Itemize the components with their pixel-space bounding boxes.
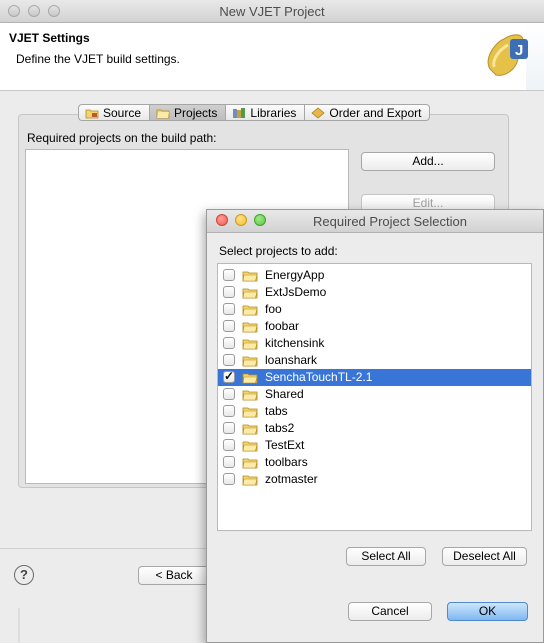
select-all-button[interactable]: Select All xyxy=(346,547,426,566)
project-name: Shared xyxy=(265,387,304,401)
project-checkbox[interactable] xyxy=(223,388,235,400)
list-item[interactable]: EnergyApp xyxy=(218,267,531,284)
list-item[interactable]: foo xyxy=(218,301,531,318)
tab-projects-label: Projects xyxy=(174,105,218,120)
project-name: ExtJsDemo xyxy=(265,285,327,299)
project-folder-icon xyxy=(242,372,258,384)
project-checkbox[interactable] xyxy=(223,303,235,315)
project-checkbox[interactable] xyxy=(223,369,235,383)
project-checkbox[interactable] xyxy=(223,286,235,298)
project-checkbox[interactable] xyxy=(223,473,235,485)
project-selection-list[interactable]: EnergyApp ExtJsDemo foo foobar kitchensink lo… xyxy=(217,263,532,531)
project-folder-icon xyxy=(242,406,258,418)
project-folder-icon xyxy=(242,389,258,401)
dialog-title: Required Project Selection xyxy=(313,214,467,229)
tab-projects[interactable]: Projects xyxy=(149,104,226,121)
list-item[interactable]: TestExt xyxy=(218,437,531,454)
project-name: SenchaTouchTL-2.1 xyxy=(265,370,373,384)
project-name: EnergyApp xyxy=(265,268,325,282)
project-name: loanshark xyxy=(265,353,318,367)
project-name: toolbars xyxy=(265,455,308,469)
svg-text:J: J xyxy=(515,42,523,59)
project-name: foobar xyxy=(265,319,300,333)
vjet-logo-icon: J xyxy=(487,34,528,76)
required-project-selection-dialog: Required Project Selection Select projec… xyxy=(206,209,544,643)
list-item[interactable]: SenchaTouchTL-2.1 xyxy=(218,369,531,386)
project-folder-icon xyxy=(242,304,258,316)
dialog-titlebar: Required Project Selection xyxy=(207,210,543,233)
project-name: kitchensink xyxy=(265,336,325,350)
projects-icon xyxy=(156,107,170,119)
list-item[interactable]: loanshark xyxy=(218,352,531,369)
select-projects-label: Select projects to add: xyxy=(219,244,338,258)
tab-source-label: Source xyxy=(103,105,142,120)
tab-order-and-export-label: Order and Export xyxy=(329,105,422,120)
project-checkbox[interactable] xyxy=(223,405,235,417)
project-checkbox[interactable] xyxy=(223,354,235,366)
tab-libraries[interactable]: Libraries xyxy=(225,104,305,121)
window-title: New VJET Project xyxy=(219,4,325,19)
project-folder-icon xyxy=(242,355,258,367)
page-title: VJET Settings xyxy=(9,31,90,45)
main-titlebar: New VJET Project xyxy=(0,0,544,23)
back-button[interactable]: < Back xyxy=(138,566,210,585)
list-item[interactable]: toolbars xyxy=(218,454,531,471)
libraries-icon xyxy=(232,107,246,119)
build-path-tabs: Source Projects Libraries Order and Expo… xyxy=(78,104,431,122)
footer-edge xyxy=(18,608,20,643)
project-folder-icon xyxy=(242,457,258,469)
project-folder-icon xyxy=(242,423,258,435)
project-checkbox[interactable] xyxy=(223,337,235,349)
project-checkbox[interactable] xyxy=(223,269,235,281)
project-checkbox[interactable] xyxy=(223,439,235,451)
project-name: tabs2 xyxy=(265,421,295,435)
list-item[interactable]: tabs xyxy=(218,403,531,420)
project-checkbox[interactable] xyxy=(223,320,235,332)
tab-order-and-export[interactable]: Order and Export xyxy=(304,104,431,121)
project-checkbox[interactable] xyxy=(223,422,235,434)
tab-libraries-label: Libraries xyxy=(250,105,297,120)
list-item[interactable]: Shared xyxy=(218,386,531,403)
project-name: foo xyxy=(265,302,282,316)
list-item[interactable]: kitchensink xyxy=(218,335,531,352)
list-item[interactable]: zotmaster xyxy=(218,471,531,488)
page-description: Define the VJET build settings. xyxy=(16,52,180,66)
required-projects-label: Required projects on the build path: xyxy=(27,131,217,145)
project-name: zotmaster xyxy=(265,472,318,486)
ok-button[interactable]: OK xyxy=(447,602,528,621)
project-name: tabs xyxy=(265,404,288,418)
list-item[interactable]: ExtJsDemo xyxy=(218,284,531,301)
project-name: TestExt xyxy=(265,438,305,452)
deselect-all-button[interactable]: Deselect All xyxy=(442,547,527,566)
list-item[interactable]: tabs2 xyxy=(218,420,531,437)
project-folder-icon xyxy=(242,287,258,299)
wizard-header: VJET Settings Define the VJET build sett… xyxy=(0,23,544,91)
project-folder-icon xyxy=(242,474,258,486)
list-item[interactable]: foobar xyxy=(218,318,531,335)
project-folder-icon xyxy=(242,440,258,452)
project-checkbox[interactable] xyxy=(223,456,235,468)
project-folder-icon xyxy=(242,270,258,282)
tab-source[interactable]: Source xyxy=(78,104,150,121)
project-folder-icon xyxy=(242,338,258,350)
add-button[interactable]: Add... xyxy=(361,152,495,171)
order-export-icon xyxy=(311,106,326,119)
help-icon[interactable]: ? xyxy=(14,565,34,585)
source-folder-icon xyxy=(85,107,99,119)
project-folder-icon xyxy=(242,321,258,333)
cancel-button[interactable]: Cancel xyxy=(348,602,432,621)
